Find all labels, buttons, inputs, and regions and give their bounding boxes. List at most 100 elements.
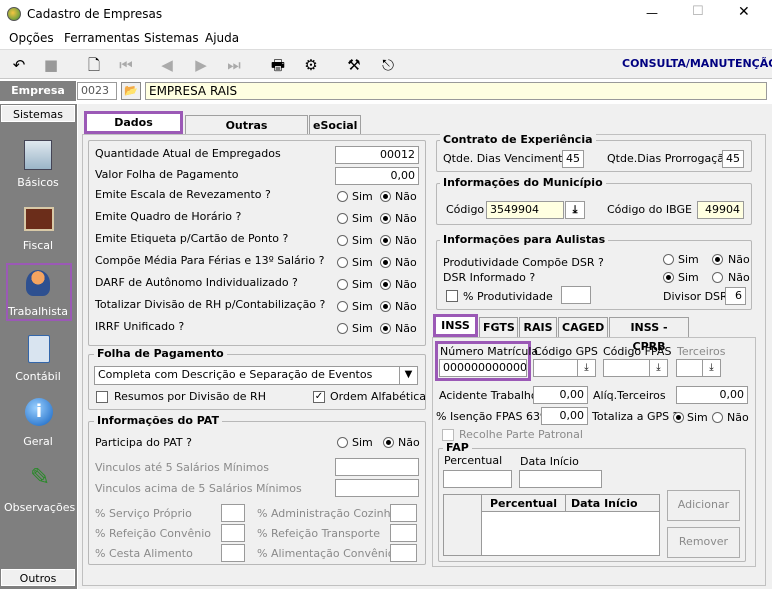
empresa-code-field[interactable]: 0023 bbox=[77, 82, 117, 100]
minimize-button[interactable]: — bbox=[646, 6, 658, 20]
menu-sistemas[interactable]: Sistemas bbox=[144, 31, 199, 45]
menu-opcoes[interactable]: Opções bbox=[9, 31, 54, 45]
menu-ferramentas[interactable]: Ferramentas bbox=[64, 31, 140, 45]
pct-prod-field[interactable] bbox=[561, 286, 591, 304]
fap-data-field[interactable] bbox=[519, 470, 602, 488]
prev-record-icon[interactable]: ◀ bbox=[157, 56, 177, 74]
question-sim-radio[interactable] bbox=[337, 323, 348, 334]
remover-button[interactable]: Remover bbox=[667, 527, 740, 558]
fpas-field[interactable]: ⤓ bbox=[603, 359, 668, 377]
adicionar-button[interactable]: Adicionar bbox=[667, 490, 740, 521]
geral-icon[interactable]: i bbox=[25, 398, 53, 426]
trabalhista-icon[interactable] bbox=[26, 270, 50, 296]
tab-outras-informacoes[interactable]: Outras Informações bbox=[185, 115, 308, 151]
question-nao-radio[interactable] bbox=[380, 257, 391, 268]
chevron-down-icon[interactable]: ▼ bbox=[399, 367, 417, 384]
sidebar-item-trabalhista[interactable]: Trabalhista bbox=[4, 305, 72, 318]
totaliza-sim-radio[interactable] bbox=[673, 412, 684, 423]
divisor-field[interactable]: 6 bbox=[725, 287, 746, 305]
servico-proprio-field[interactable] bbox=[221, 504, 245, 522]
prorr-field[interactable]: 45 bbox=[722, 150, 744, 168]
fpas-lookup-icon[interactable]: ⤓ bbox=[649, 360, 667, 376]
sidebar-item-basicos[interactable]: Básicos bbox=[4, 176, 72, 189]
last-record-icon[interactable]: ⏭ bbox=[224, 56, 244, 74]
question-sim-radio[interactable] bbox=[337, 279, 348, 290]
prod-dsr-nao-radio[interactable] bbox=[712, 254, 723, 265]
question-nao-radio[interactable] bbox=[380, 213, 391, 224]
question-sim-radio[interactable] bbox=[337, 191, 348, 202]
exit-icon[interactable]: ⎋ bbox=[378, 56, 398, 74]
sidebar-item-observacoes[interactable]: Observações bbox=[4, 501, 75, 514]
question-sim-radio[interactable] bbox=[337, 301, 348, 312]
cesta-alimento-field[interactable] bbox=[221, 544, 245, 562]
print-setup-icon[interactable]: ⚙ bbox=[301, 56, 321, 74]
open-folder-icon[interactable]: 📂 bbox=[121, 82, 141, 100]
prod-dsr-sim-radio[interactable] bbox=[663, 254, 674, 265]
terceiros-lookup-icon[interactable]: ⤓ bbox=[702, 360, 720, 376]
print-icon[interactable]: 🖶 bbox=[268, 56, 288, 74]
question-nao-radio[interactable] bbox=[380, 279, 391, 290]
v5-field[interactable] bbox=[335, 458, 419, 476]
fiscal-icon[interactable] bbox=[24, 207, 54, 231]
question-sim-radio[interactable] bbox=[337, 257, 348, 268]
totaliza-nao-radio[interactable] bbox=[712, 412, 723, 423]
question-nao-radio[interactable] bbox=[380, 301, 391, 312]
question-sim-radio[interactable] bbox=[337, 235, 348, 246]
empresa-name-field[interactable]: EMPRESA RAIS bbox=[145, 82, 767, 100]
participa-nao-radio[interactable] bbox=[383, 437, 394, 448]
close-button[interactable]: ✕ bbox=[738, 5, 750, 19]
refeicao-convenio-field[interactable] bbox=[221, 524, 245, 542]
subtab-fgts[interactable]: FGTS bbox=[479, 317, 518, 338]
observacoes-icon[interactable]: ✎ bbox=[26, 463, 54, 491]
question-nao-radio[interactable] bbox=[380, 323, 391, 334]
next-record-icon[interactable]: ▶ bbox=[191, 56, 211, 74]
subtab-inss-cprb[interactable]: INSS - CPRB bbox=[609, 317, 689, 353]
undo-icon[interactable]: ↶ bbox=[9, 56, 29, 74]
sidebar-header[interactable]: Sistemas bbox=[1, 105, 75, 122]
participa-sim-radio[interactable] bbox=[337, 437, 348, 448]
sidebar-item-fiscal[interactable]: Fiscal bbox=[4, 239, 72, 252]
ordem-checkbox[interactable]: ✓ bbox=[313, 391, 325, 403]
tools-icon[interactable]: ⚒ bbox=[344, 56, 364, 74]
terceiros-field[interactable]: ⤓ bbox=[676, 359, 721, 377]
refeicao-transporte-field[interactable] bbox=[390, 524, 417, 542]
first-record-icon[interactable]: ⏮ bbox=[116, 56, 136, 74]
gps-lookup-icon[interactable]: ⤓ bbox=[577, 360, 595, 376]
contabil-icon[interactable] bbox=[28, 335, 50, 363]
matricula-field[interactable]: 000000000000 bbox=[439, 359, 527, 377]
question-nao-radio[interactable] bbox=[380, 235, 391, 246]
subtab-caged[interactable]: CAGED bbox=[558, 317, 608, 338]
tab-esocial[interactable]: eSocial bbox=[309, 115, 361, 136]
sidebar-item-geral[interactable]: Geral bbox=[4, 435, 72, 448]
acidente-field[interactable]: 0,00 bbox=[533, 386, 588, 404]
dsr-inf-nao-radio[interactable] bbox=[712, 272, 723, 283]
ibge-field[interactable]: 49904 bbox=[697, 201, 744, 219]
aliq-field[interactable]: 0,00 bbox=[676, 386, 748, 404]
sidebar-footer[interactable]: Outros bbox=[1, 569, 75, 586]
fap-pct-field[interactable] bbox=[443, 470, 512, 488]
codigo-field[interactable]: 3549904 bbox=[486, 201, 564, 219]
stop-icon[interactable]: ■ bbox=[41, 56, 61, 74]
venc-field[interactable]: 45 bbox=[562, 150, 584, 168]
vmais5-field[interactable] bbox=[335, 479, 419, 497]
alimentacao-convenio-field[interactable] bbox=[390, 544, 417, 562]
tab-dados-basicos[interactable]: Dados Básicos bbox=[84, 111, 183, 146]
subtab-inss[interactable]: INSS bbox=[433, 314, 478, 337]
isencao-field[interactable]: 0,00 bbox=[541, 407, 588, 425]
preview-icon[interactable]: 🗋 bbox=[84, 56, 104, 74]
subtab-rais[interactable]: RAIS bbox=[519, 317, 557, 338]
maximize-button[interactable]: ☐ bbox=[692, 5, 704, 19]
pct-prod-checkbox[interactable] bbox=[446, 290, 458, 302]
fap-grid[interactable]: Percentual Data Início bbox=[443, 494, 660, 556]
basicos-icon[interactable] bbox=[24, 140, 52, 170]
question-nao-radio[interactable] bbox=[380, 191, 391, 202]
folha-select[interactable]: Completa com Descrição e Separação de Ev… bbox=[94, 366, 418, 385]
recolhe-checkbox[interactable] bbox=[442, 429, 454, 441]
resumos-checkbox[interactable] bbox=[96, 391, 108, 403]
question-sim-radio[interactable] bbox=[337, 213, 348, 224]
valor-field[interactable]: 0,00 bbox=[335, 167, 419, 185]
gps-field[interactable]: ⤓ bbox=[533, 359, 596, 377]
adm-cozinha-field[interactable] bbox=[390, 504, 417, 522]
codigo-lookup-icon[interactable]: ⤓ bbox=[565, 201, 585, 219]
qtd-field[interactable]: 00012 bbox=[335, 146, 419, 164]
